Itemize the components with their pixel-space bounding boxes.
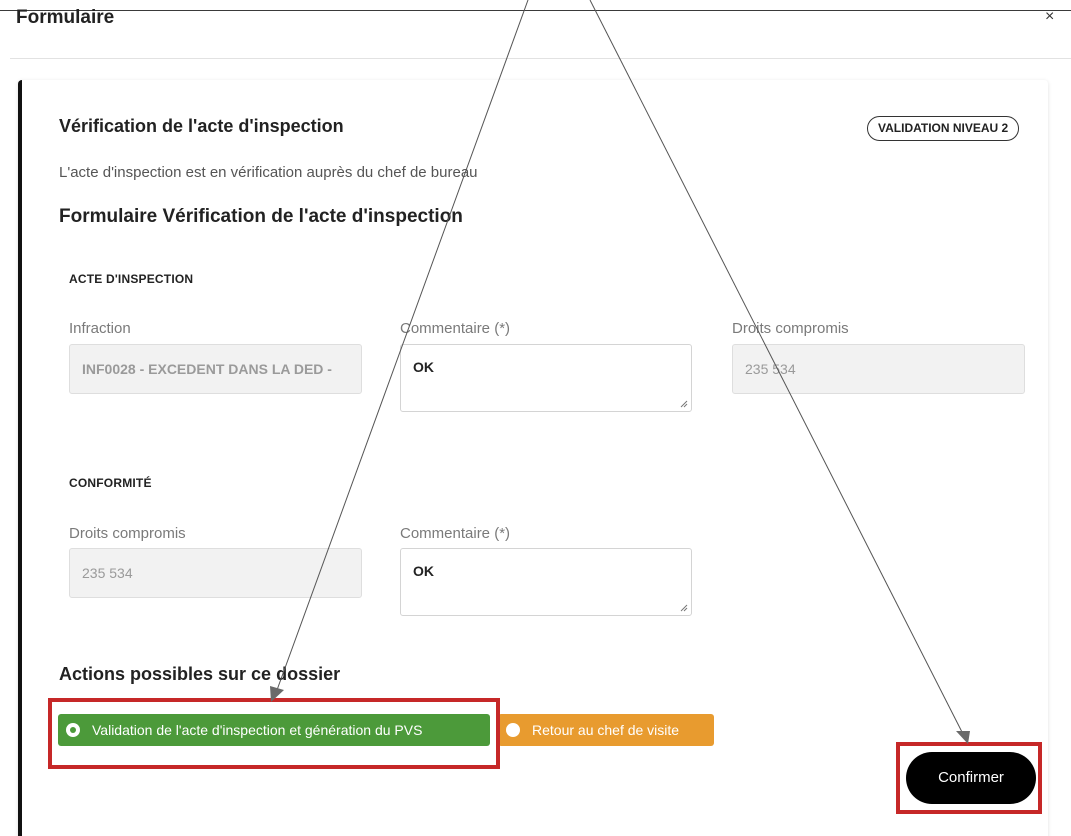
- form-title: Formulaire Vérification de l'acte d'insp…: [59, 206, 463, 227]
- resize-grip-icon[interactable]: [680, 604, 688, 612]
- acte-comment-label: Commentaire (*): [400, 320, 511, 337]
- modal-title: Formulaire: [16, 7, 115, 28]
- section-title: Vérification de l'acte d'inspection: [59, 116, 344, 136]
- actions-title: Actions possibles sur ce dossier: [59, 664, 341, 684]
- infraction-label: Infraction: [69, 320, 131, 337]
- infraction-field[interactable]: INF0028 - EXCEDENT DANS LA DED -: [69, 344, 362, 394]
- acte-droits-label: Droits compromis: [732, 320, 849, 337]
- conformite-droits-field[interactable]: 235 534: [69, 548, 362, 598]
- highlight-box-option: [48, 698, 500, 769]
- top-border: [0, 0, 1071, 11]
- conformite-heading: CONFORMITÉ: [69, 476, 152, 490]
- conformite-comment-textarea[interactable]: OK: [400, 548, 692, 616]
- radio-unselected-icon: [506, 723, 520, 737]
- conformite-comment-label: Commentaire (*): [400, 525, 511, 542]
- acte-comment-textarea[interactable]: OK: [400, 344, 692, 412]
- status-badge: VALIDATION NIVEAU 2: [867, 116, 1020, 141]
- close-icon[interactable]: ×: [1045, 8, 1054, 26]
- header-divider: [10, 58, 1071, 59]
- highlight-box-confirm: [896, 742, 1042, 814]
- conformite-droits-label: Droits compromis: [69, 525, 186, 542]
- acte-droits-field[interactable]: 235 534: [732, 344, 1025, 394]
- action-option-retour[interactable]: Retour au chef de visite: [498, 714, 714, 746]
- resize-grip-icon[interactable]: [680, 400, 688, 408]
- acte-heading: ACTE D'INSPECTION: [69, 272, 194, 286]
- section-subtitle: L'acte d'inspection est en vérification …: [59, 164, 478, 181]
- conformite-comment-value: OK: [413, 563, 434, 579]
- action-option-label: Retour au chef de visite: [532, 722, 680, 738]
- acte-comment-value: OK: [413, 359, 434, 375]
